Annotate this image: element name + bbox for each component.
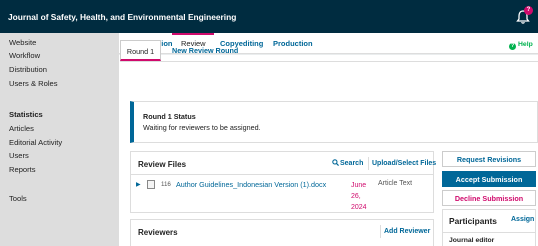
participants-title: Participants [449,216,497,226]
sidebar-item-tools[interactable]: Tools [9,194,27,203]
search-label: Search [340,160,364,167]
help-label: Help [518,41,533,48]
upload-select-files-button[interactable]: Upload/Select Files [368,157,439,170]
participant-group-journal-editor: Journal editor [449,237,495,244]
search-button[interactable]: Search [332,159,363,167]
file-icon [147,180,155,189]
sidebar-item-users[interactable]: Users [9,151,29,160]
sidebar-item-workflow[interactable]: Workflow [9,51,40,60]
file-id: 116 [161,181,171,188]
review-files-title: Review Files [138,160,187,169]
tab-round-1[interactable]: Round 1 [120,40,161,61]
file-date: June 26, 2024 [351,180,367,213]
notification-badge: ? [524,6,533,15]
sidebar-item-statistics[interactable]: Statistics [9,110,43,119]
round-status-panel: Round 1 Status Waiting for reviewers to … [130,101,538,143]
reviewers-panel: Reviewers Add Reviewer [130,219,434,246]
participants-panel: Participants Assign Journal editor [442,209,536,246]
round-tabs-divider [120,61,538,62]
assign-button[interactable]: Assign [511,216,534,223]
top-header: Journal of Safety, Health, and Environme… [0,0,538,33]
add-reviewer-button[interactable]: Add Reviewer [380,225,433,238]
request-revisions-button[interactable]: Request Revisions [442,151,536,167]
round-status-title: Round 1 Status [143,112,196,121]
help-button[interactable]: ? Help [509,41,533,50]
decline-submission-button[interactable]: Decline Submission [442,190,536,206]
accept-submission-button[interactable]: Accept Submission [442,171,536,187]
file-date-day: 26, [351,193,361,200]
sidebar-item-reports[interactable]: Reports [9,165,36,174]
review-files-panel: Review Files Search Upload/Select Files … [130,151,436,213]
help-icon: ? [509,43,516,50]
sidebar-item-website[interactable]: Website [9,38,36,47]
expand-row-icon[interactable]: ▶ [136,181,141,188]
participants-divider [443,232,535,233]
reviewers-title: Reviewers [138,228,178,237]
active-tab-indicator [172,33,214,35]
file-date-year: 2024 [351,204,367,211]
tab-production[interactable]: Production [273,39,313,48]
file-date-month: June [351,182,367,189]
site-title[interactable]: Journal of Safety, Health, and Environme… [8,12,236,22]
tab-new-review-round[interactable]: New Review Round [172,40,238,61]
sidebar-item-users-roles[interactable]: Users & Roles [9,79,58,88]
sidebar: Website Workflow Distribution Users & Ro… [0,33,119,246]
file-name-link[interactable]: Author Guidelines_Indonesian Version (1)… [176,180,326,189]
round-status-text: Waiting for reviewers to be assigned. [143,123,261,132]
file-type: Article Text [378,180,413,187]
sidebar-item-distribution[interactable]: Distribution [9,65,47,74]
sidebar-item-editorial-activity[interactable]: Editorial Activity [9,138,62,147]
sidebar-item-articles[interactable]: Articles [9,124,34,133]
search-icon [332,159,339,166]
files-header-divider [131,174,433,175]
